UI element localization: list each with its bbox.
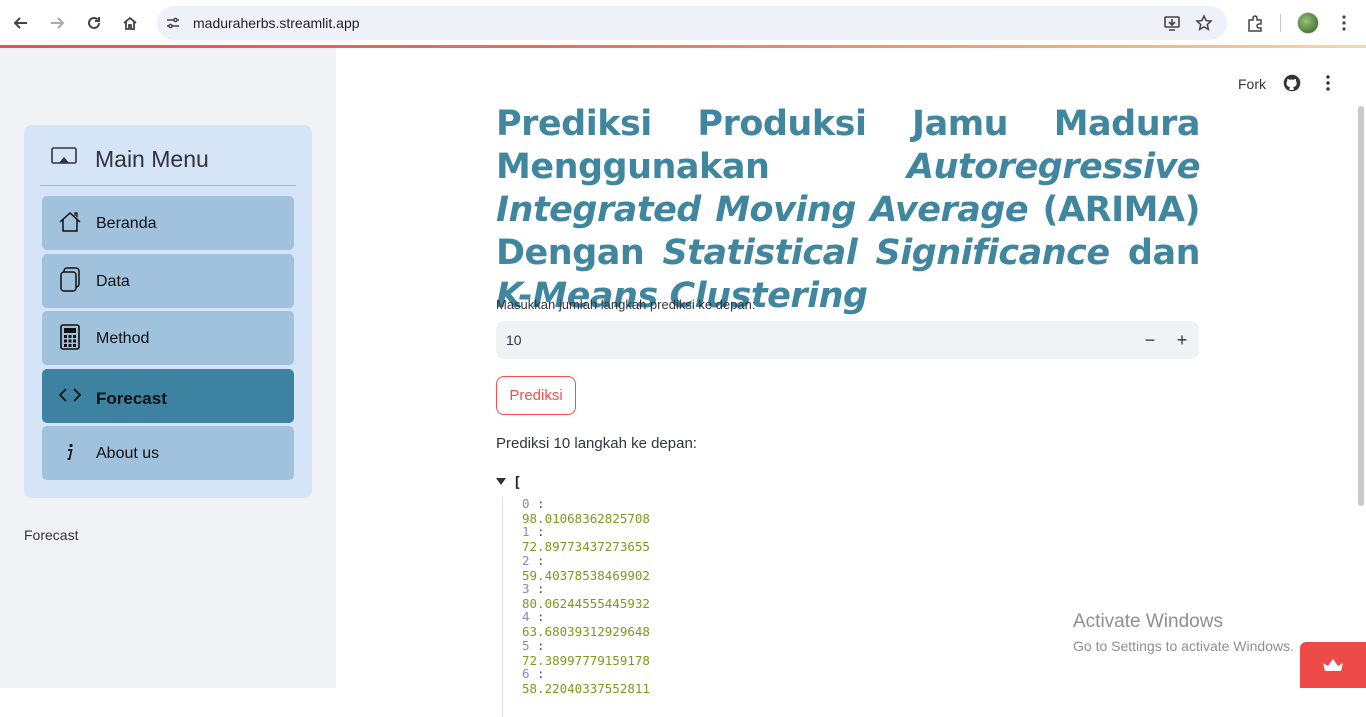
- json-index: 2: [522, 552, 530, 568]
- json-colon: :: [529, 524, 545, 540]
- decrement-button[interactable]: −: [1137, 327, 1163, 353]
- steps-input-value[interactable]: 10: [506, 332, 522, 348]
- crown-icon: [1323, 659, 1343, 671]
- activate-windows-watermark: Activate Windows Go to Settings to activ…: [1073, 611, 1294, 654]
- json-colon: :: [529, 637, 545, 653]
- browser-chrome: maduraherbs.streamlit.app: [0, 0, 1366, 46]
- install-icon[interactable]: [1163, 14, 1181, 32]
- title-text: dan: [1127, 233, 1201, 273]
- sidebar-caption: Forecast: [24, 527, 79, 543]
- json-value: 58.22040337552811: [522, 680, 650, 696]
- json-index: 5: [522, 637, 530, 653]
- sidebar-item-data[interactable]: Data: [42, 254, 294, 308]
- sidebar-item-label: Method: [96, 330, 150, 347]
- forward-icon[interactable]: [45, 11, 69, 35]
- cast-icon: [51, 147, 77, 164]
- sidebar-item-label: About us: [96, 445, 160, 462]
- sidebar-item-method[interactable]: Method: [42, 311, 294, 365]
- json-row: 1 : 72.89773437273655: [522, 524, 650, 554]
- json-index: 3: [522, 580, 530, 596]
- menu-header: Main Menu: [24, 125, 312, 187]
- menu-divider: [40, 185, 296, 186]
- json-row: 2 : 59.40378538469902: [522, 553, 650, 583]
- steps-input-label: Masukkan jumlah langkah prediksi ke depa…: [496, 297, 756, 312]
- json-index: 6: [522, 665, 530, 681]
- extensions-icon[interactable]: [1243, 11, 1267, 35]
- profile-avatar[interactable]: [1297, 12, 1319, 34]
- chrome-menu-icon[interactable]: [1332, 11, 1356, 35]
- scrollbar[interactable]: [1358, 106, 1364, 506]
- page-title: Prediksi Produksi Jamu Madura Menggunaka…: [496, 103, 1201, 318]
- json-row: 0 : 98.01068362825708: [522, 496, 650, 526]
- code-brackets-icon: [58, 383, 82, 407]
- url-text[interactable]: maduraherbs.streamlit.app: [193, 15, 360, 31]
- reload-icon[interactable]: [82, 11, 106, 35]
- title-text-italic: Statistical Significance: [662, 233, 1111, 273]
- collapse-caret-icon[interactable]: [496, 478, 506, 486]
- home-icon[interactable]: [118, 11, 142, 35]
- json-colon: :: [529, 665, 545, 681]
- json-row: 6 : 58.22040337552811: [522, 666, 650, 696]
- sidebar-item-beranda[interactable]: Beranda: [42, 196, 294, 250]
- menu-title: Main Menu: [95, 146, 209, 172]
- sidebar-item-label: Beranda: [96, 215, 157, 232]
- github-icon[interactable]: [1283, 74, 1301, 92]
- sidebar-item-forecast[interactable]: Forecast: [42, 369, 294, 423]
- json-row: 4 : 63.68039312929648: [522, 609, 650, 639]
- info-icon: [58, 440, 82, 464]
- json-row: 3 : 80.06244555445932: [522, 581, 650, 611]
- main-content: Fork Prediksi Produksi Jamu Madura Mengg…: [336, 48, 1366, 717]
- json-colon: :: [529, 609, 545, 625]
- fork-button[interactable]: Fork: [1238, 76, 1266, 92]
- json-index: 0: [522, 496, 530, 511]
- watermark-title: Activate Windows: [1073, 611, 1223, 632]
- watermark-subtitle: Go to Settings to activate Windows.: [1073, 638, 1294, 654]
- sidebar: Main Menu Beranda Data Method Forecast A…: [0, 48, 336, 688]
- streamlit-badge[interactable]: [1300, 642, 1366, 688]
- site-settings-icon[interactable]: [165, 15, 181, 31]
- copy-files-icon: [58, 267, 82, 292]
- json-colon: :: [529, 496, 545, 511]
- json-indent-guide: [502, 497, 503, 717]
- more-options-icon[interactable]: [1323, 74, 1333, 92]
- bookmark-star-icon[interactable]: [1195, 14, 1213, 32]
- json-colon: :: [529, 552, 545, 568]
- sidebar-item-about-us[interactable]: About us: [42, 426, 294, 480]
- json-index: 4: [522, 609, 530, 625]
- calculator-icon: [58, 324, 82, 350]
- main-menu: Main Menu Beranda Data Method Forecast A…: [24, 125, 312, 498]
- sidebar-item-label: Data: [96, 273, 130, 290]
- result-label: Prediksi 10 langkah ke depan:: [496, 435, 697, 452]
- back-icon[interactable]: [9, 11, 33, 35]
- json-open-bracket: [: [513, 475, 522, 491]
- toolbar-separator: [1280, 14, 1281, 32]
- json-colon: :: [529, 580, 545, 596]
- address-bar[interactable]: maduraherbs.streamlit.app: [157, 6, 1227, 40]
- sidebar-item-label: Forecast: [96, 389, 167, 408]
- house-icon: [58, 210, 82, 234]
- json-row: 5 : 72.38997779159178: [522, 638, 650, 668]
- json-index: 1: [522, 524, 530, 540]
- prediksi-button[interactable]: Prediksi: [496, 376, 576, 415]
- increment-button[interactable]: +: [1169, 327, 1195, 353]
- steps-number-input[interactable]: 10 − +: [496, 321, 1199, 359]
